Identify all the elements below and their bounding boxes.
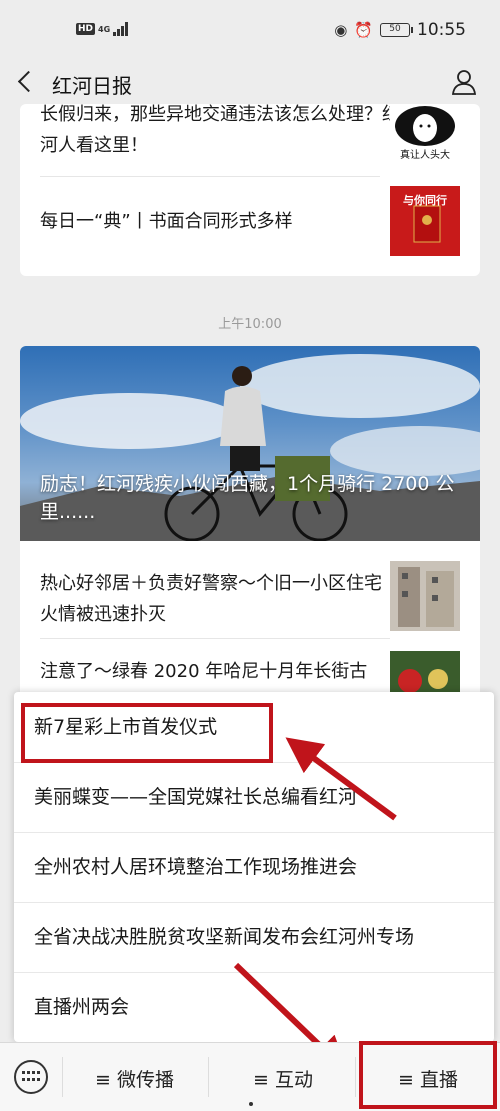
article-thumbnail[interactable]: [390, 561, 460, 631]
page-indicator-dot: [249, 1102, 253, 1106]
hd-badge: HD: [76, 23, 96, 35]
status-time: 10:55: [417, 20, 466, 40]
timestamp-label: 上午10:00: [218, 317, 282, 332]
article-item[interactable]: 长假归来，那些异地交通违法该怎么处理？红河人看这里！: [40, 104, 400, 161]
article-item[interactable]: 热心好邻居＋负责好警察～个旧一小区住宅火情被迅速扑灭: [40, 568, 390, 630]
menu-item-live[interactable]: 全州农村人居环境整治工作现场推进会: [14, 832, 494, 902]
page-title: 红河日报: [52, 74, 132, 98]
signal-icon: [113, 22, 129, 36]
menu-item-live[interactable]: 美丽蝶变——全国党媒社长总编看红河: [14, 762, 494, 832]
divider: [40, 176, 380, 177]
tab-divider: [62, 1057, 63, 1097]
menu-item-live[interactable]: 直播州两会: [14, 972, 494, 1042]
user-profile-icon[interactable]: [450, 68, 478, 96]
network-indicators: HD 4G: [76, 22, 129, 36]
system-indicators: ◉ ⏰ 50 10:55: [334, 20, 466, 40]
alarm-icon: ⏰: [354, 21, 373, 39]
annotation-tab-box: [359, 1041, 497, 1109]
status-bar: HD 4G ◉ ⏰ 50 10:55: [0, 0, 500, 62]
article-card: 励志！红河残疾小伙闯西藏，1个月骑行 2700 公里...... 热心好邻居＋负…: [20, 346, 480, 706]
battery-icon: 50: [380, 23, 413, 37]
tab-micro-broadcast[interactable]: ≡ 微传播: [95, 1065, 174, 1092]
annotation-highlight-box: [21, 703, 273, 763]
tab-divider: [208, 1057, 209, 1097]
article-card: 长假归来，那些异地交通违法该怎么处理？红河人看这里！ 真让人头大 每日一“典”丨…: [20, 104, 480, 276]
network-type: 4G: [98, 24, 111, 34]
eye-icon: ◉: [334, 21, 348, 39]
keyboard-icon[interactable]: [14, 1060, 48, 1094]
article-item[interactable]: 注意了～绿春 2020 年哈尼十月年长街古: [40, 656, 390, 687]
thumbnail-caption: 真让人头大: [400, 150, 450, 161]
back-arrow-icon[interactable]: [16, 68, 34, 96]
nav-bar: 红河日报: [0, 62, 500, 104]
hero-image[interactable]: 励志！红河残疾小伙闯西藏，1个月骑行 2700 公里......: [20, 346, 480, 541]
article-thumbnail[interactable]: [390, 104, 460, 174]
divider: [40, 638, 390, 639]
thumbnail-caption: 与你同行: [403, 194, 447, 207]
tab-interaction[interactable]: ≡ 互动: [253, 1065, 313, 1092]
tab-divider: [355, 1057, 356, 1097]
hero-title: 励志！红河残疾小伙闯西藏，1个月骑行 2700 公里......: [40, 473, 455, 523]
article-item[interactable]: 每日一“典”丨书面合同形式多样: [40, 206, 400, 237]
menu-item-live[interactable]: 全省决战决胜脱贫攻坚新闻发布会红河州专场: [14, 902, 494, 972]
